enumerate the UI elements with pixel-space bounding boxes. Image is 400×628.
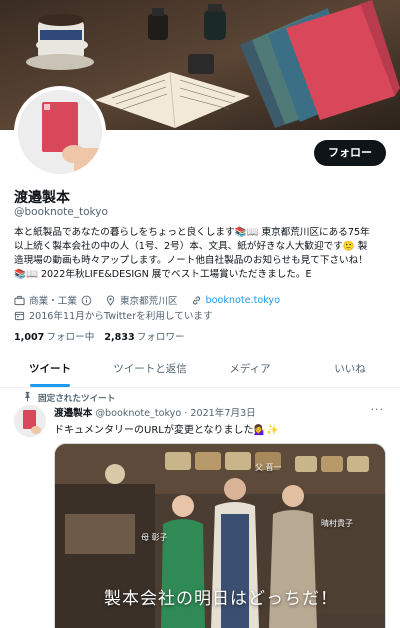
avatar-image [18, 90, 102, 174]
profile-meta: 商業・工業 東京都荒川区 booknote.tokyo [14, 293, 280, 307]
tab-media[interactable]: メディア [200, 350, 300, 387]
media-caption: 製本会社の明日はどっちだ！ [104, 589, 338, 609]
profile-name: 渡邉製本 [14, 190, 70, 206]
tab-likes[interactable]: いいね [300, 350, 400, 387]
profile-stats: 1,007 フォロー中 2,833 フォロワー [14, 329, 185, 343]
follow-button[interactable]: フォロー [314, 140, 386, 166]
profile-tabs: ツイート ツイートと返信 メディア いいね [0, 350, 400, 388]
info-icon[interactable] [81, 295, 92, 306]
pinned-label: 固定されたツイート [38, 394, 116, 404]
label-daughter: 晴村貴子 [321, 519, 353, 528]
more-options-icon[interactable]: ··· [371, 403, 385, 416]
briefcase-icon [14, 295, 25, 305]
pin-icon [24, 391, 31, 402]
profile-bio: 本と紙製品であなたの暮らしをちょっと良くします📚📖 東京都荒川区にある75年 以… [14, 226, 388, 282]
following-count: 1,007 [14, 332, 45, 343]
profile-handle: @booknote_tokyo [14, 206, 108, 218]
label-father: 父 晋一 [255, 463, 282, 472]
bio-line: 本と紙製品であなたの暮らしをちょっと良くします📚📖 東京都荒川区にある75年 [14, 227, 370, 238]
tweet-avatar[interactable] [14, 405, 46, 437]
bio-line: 造現場の動画も時々アップします。ノート他自社製品のお知らせも見て下さいね！ [14, 255, 368, 266]
profile-location: 東京都荒川区 [119, 296, 178, 307]
label-mother: 母 彰子 [141, 533, 168, 542]
location-icon [106, 295, 115, 306]
tab-tweets-and-replies[interactable]: ツイートと返信 [100, 350, 200, 387]
tweet-header: 渡邉製本 @booknote_tokyo · 2021年7月3日 [54, 405, 256, 419]
profile-avatar[interactable] [14, 86, 106, 178]
tab-tweets[interactable]: ツイート [0, 350, 100, 387]
following-link[interactable]: 1,007 フォロー中 [14, 329, 94, 343]
profile-category: 商業・工業 [29, 296, 77, 307]
tweet-media-image[interactable]: 母 彰子 父 晋一 晴村貴子 製本会社の明日はどっちだ！ [54, 443, 386, 628]
profile-joined-text: 2016年11月からTwitterを利用しています [29, 311, 213, 322]
tweet-handle-date[interactable]: @booknote_tokyo · 2021年7月3日 [95, 408, 255, 419]
bio-line: 以上続く製本会社の中の人（1号、2号）本、文具、紙が好きな人大歓迎です🙂 製 [14, 241, 368, 252]
tweet-author[interactable]: 渡邉製本 [54, 408, 92, 419]
calendar-icon [14, 311, 25, 320]
tweet-text: ドキュメンタリーのURLが変更となりました💁‍♀️✨ [54, 425, 279, 436]
link-icon [192, 296, 200, 304]
following-label: フォロー中 [46, 332, 95, 343]
followers-label: フォロワー [136, 332, 185, 343]
profile-website-link[interactable]: booknote.tokyo [206, 295, 280, 306]
followers-link[interactable]: 2,833 フォロワー [104, 329, 184, 343]
profile-joined: 2016年11月からTwitterを利用しています [14, 308, 213, 322]
followers-count: 2,833 [104, 332, 135, 343]
bio-line: 📚📖 2022年秋LIFE&DESIGN 展でベスト工場賞いただきました。E [14, 269, 312, 280]
